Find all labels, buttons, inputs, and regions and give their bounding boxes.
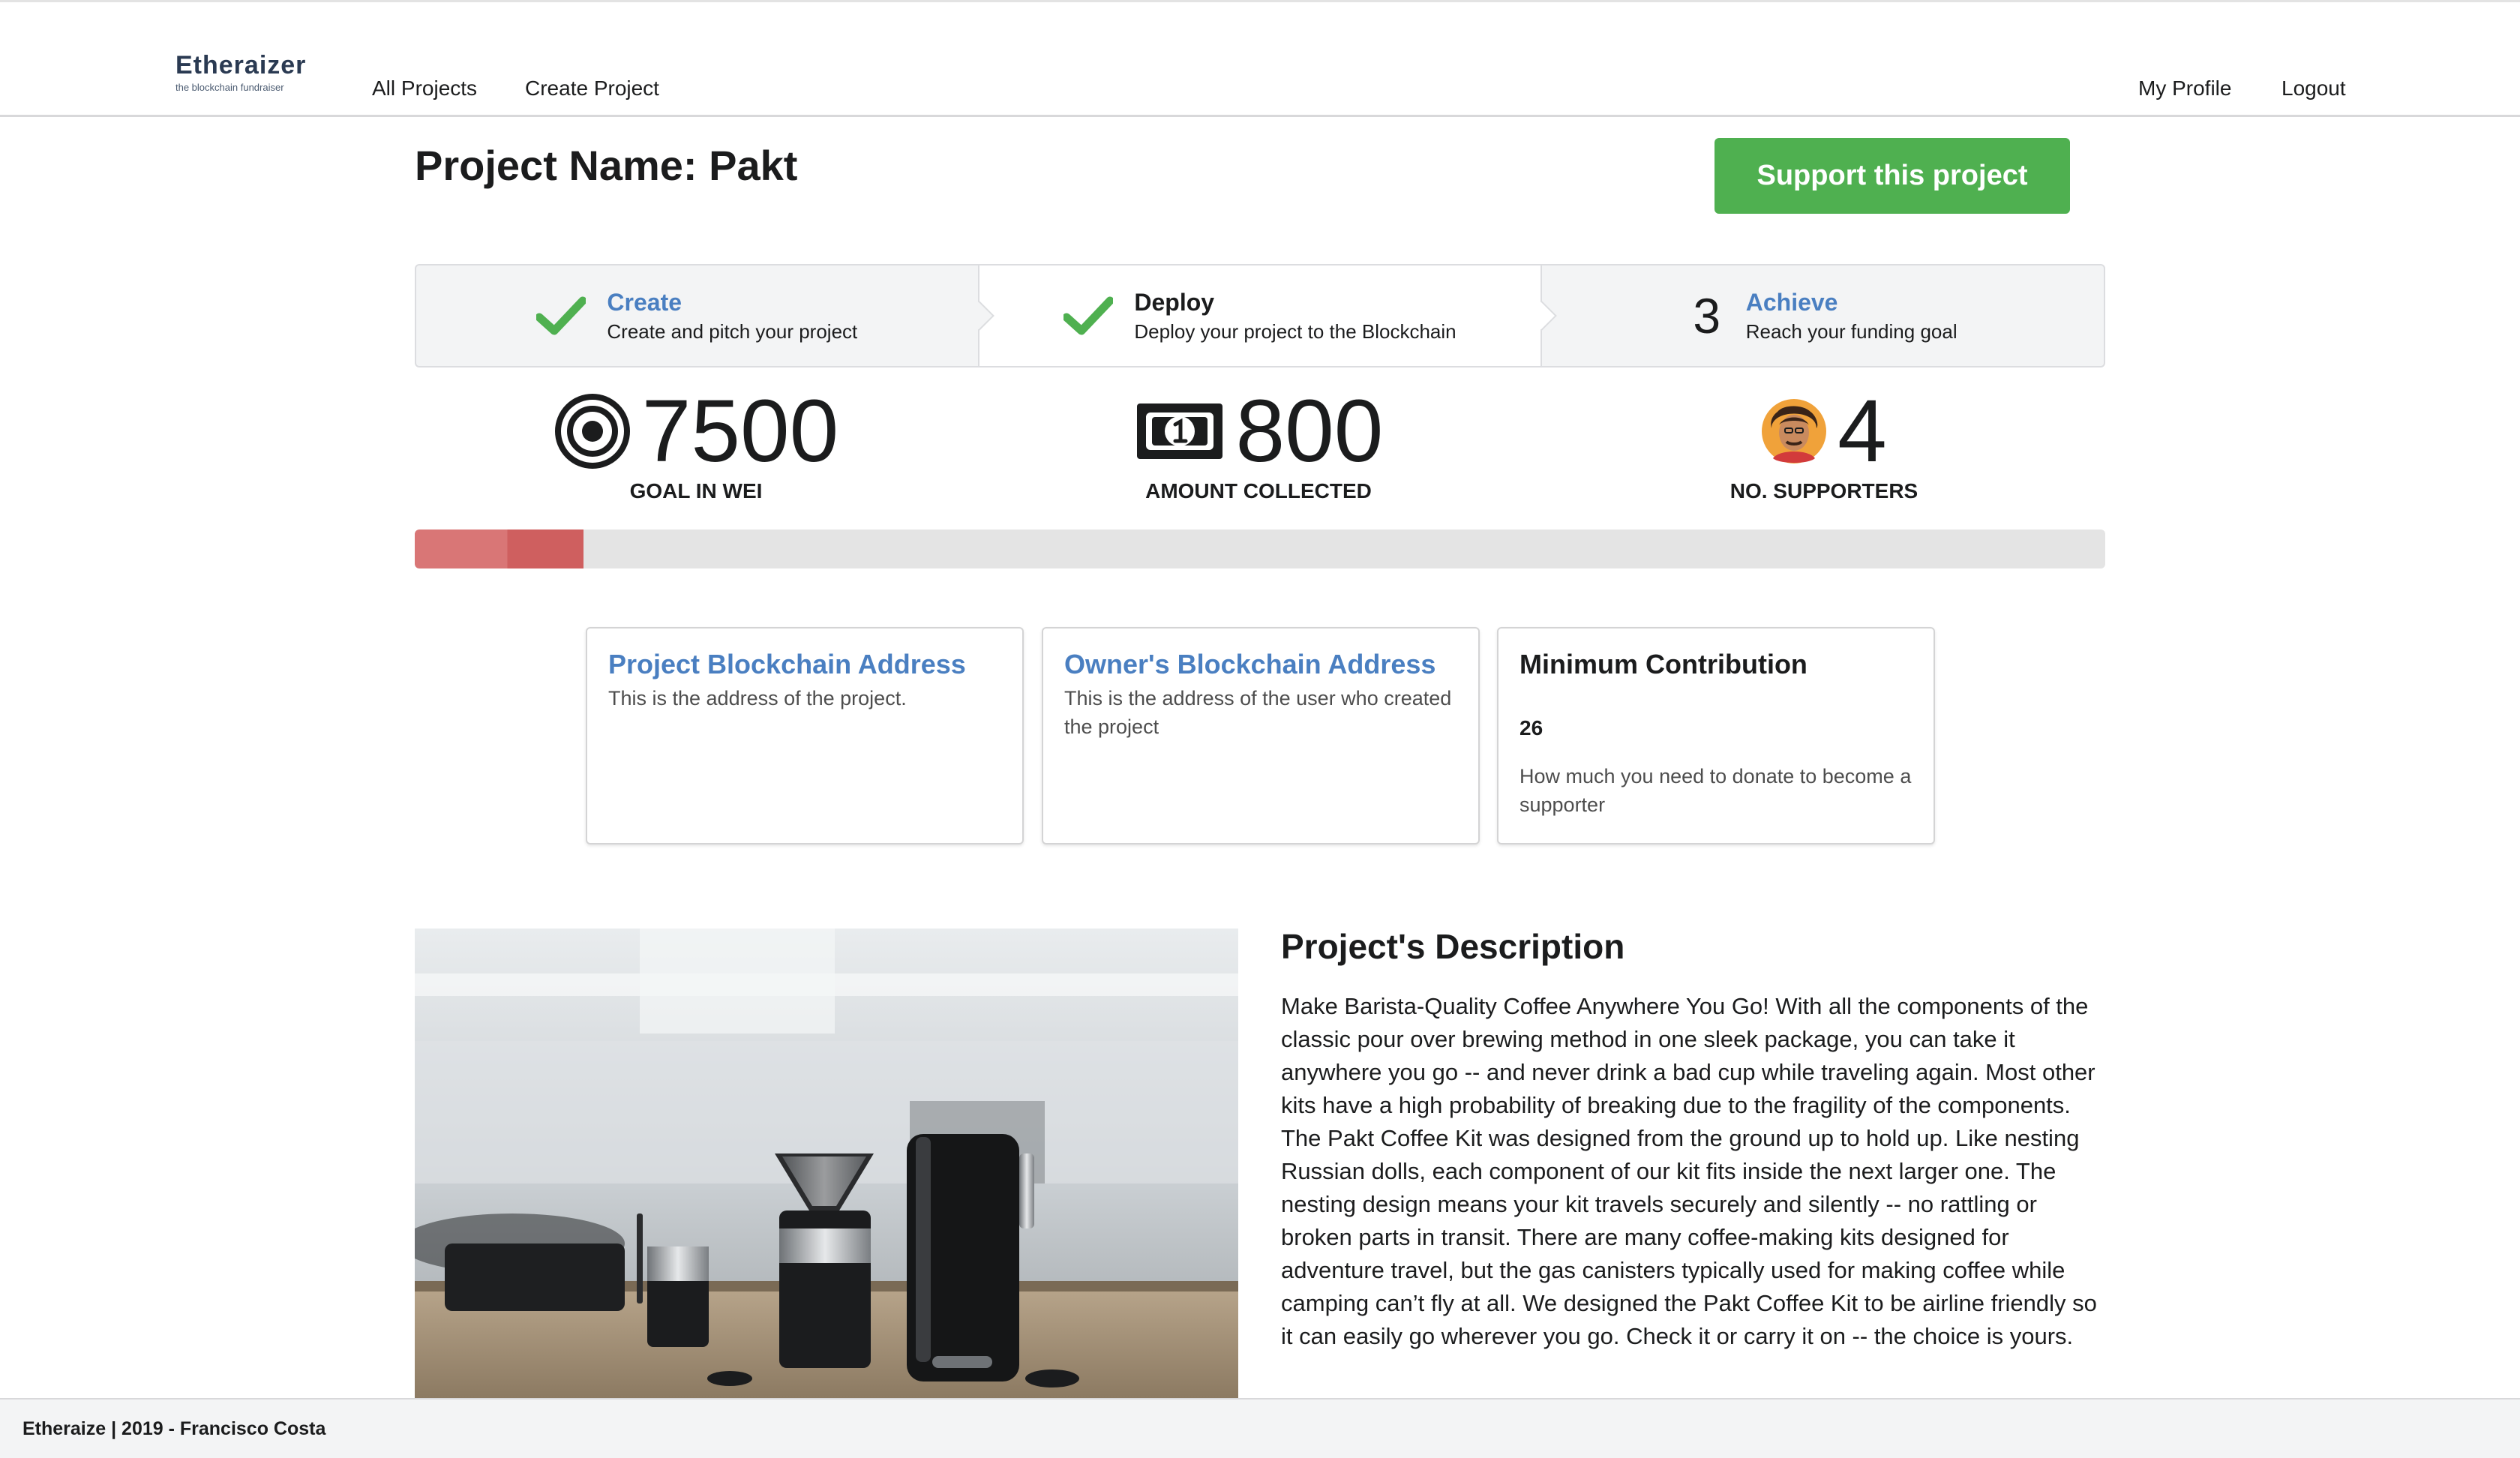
card-value: 26 xyxy=(1520,716,1544,740)
card-project-address: Project Blockchain Address This is the a… xyxy=(586,627,1024,844)
step-create[interactable]: Create Create and pitch your project xyxy=(416,266,994,366)
target-icon xyxy=(554,394,630,469)
funding-progress-bar xyxy=(415,530,2105,568)
card-note: How much you need to donate to become a … xyxy=(1520,765,1912,816)
nav-logout[interactable]: Logout xyxy=(2282,76,2346,101)
checkmark-icon xyxy=(536,296,586,335)
card-description: This is the address of the project. xyxy=(608,687,907,710)
footer-text: Etheraize | 2019 - Francisco Costa xyxy=(22,1418,326,1439)
logo-subtitle: the blockchain fundraiser xyxy=(176,82,284,93)
card-description: This is the address of the user who crea… xyxy=(1064,687,1452,738)
stat-value: 800 xyxy=(1235,382,1384,481)
support-project-button[interactable]: Support this project xyxy=(1714,138,2070,214)
step-deploy[interactable]: Deploy Deploy your project to the Blockc… xyxy=(977,266,1558,366)
logo-title: Etheraizer xyxy=(176,51,307,80)
logo[interactable]: Etheraizer the blockchain fundraiser xyxy=(176,52,306,94)
description-heading: Project's Description xyxy=(1281,927,1625,966)
stat-goal: 7500 GOAL IN WEI xyxy=(538,382,854,504)
step-number: 3 xyxy=(1693,288,1721,344)
step-achieve[interactable]: 3 Achieve Reach your funding goal xyxy=(1540,266,2104,366)
stat-value: 7500 xyxy=(641,382,839,481)
description-body: Make Barista-Quality Coffee Anywhere You… xyxy=(1281,993,2097,1349)
nav-all-projects[interactable]: All Projects xyxy=(372,76,477,101)
checkmark-icon xyxy=(1064,296,1114,335)
stat-label: AMOUNT COLLECTED xyxy=(1145,479,1372,502)
progress-fill xyxy=(415,530,584,568)
card-title[interactable]: Project Blockchain Address xyxy=(608,648,1001,681)
stat-collected: 800 AMOUNT COLLECTED xyxy=(1108,382,1408,504)
card-minimum-contribution: Minimum Contribution 26 How much you nee… xyxy=(1497,627,1935,844)
coffee-kit-photo xyxy=(415,928,1238,1398)
stat-label: GOAL IN WEI xyxy=(629,479,763,502)
step-title: Create xyxy=(607,289,682,316)
step-description: Reach your funding goal xyxy=(1745,320,1958,343)
project-image xyxy=(415,928,1238,1398)
step-description: Create and pitch your project xyxy=(607,320,858,343)
progress-steps: Create Create and pitch your project Dep… xyxy=(415,264,2105,368)
nav-create-project[interactable]: Create Project xyxy=(525,76,659,101)
step-title: Deploy xyxy=(1134,289,1215,316)
card-owner-address: Owner's Blockchain Address This is the a… xyxy=(1042,627,1480,844)
step-title: Achieve xyxy=(1745,289,1838,316)
step-description: Deploy your project to the Blockchain xyxy=(1134,320,1456,343)
money-bill-icon xyxy=(1136,404,1222,459)
stat-value: 4 xyxy=(1838,382,1887,481)
page-title: Project Name: Pakt xyxy=(415,142,798,189)
card-title: Minimum Contribution xyxy=(1520,649,1808,680)
card-title[interactable]: Owner's Blockchain Address xyxy=(1064,648,1457,681)
stat-label: NO. SUPPORTERS xyxy=(1730,479,1918,502)
footer: Etheraize | 2019 - Francisco Costa xyxy=(0,1398,2520,1458)
nav-my-profile[interactable]: My Profile xyxy=(2138,76,2231,101)
top-menu: Etheraizer the blockchain fundraiser All… xyxy=(0,0,2520,117)
stat-supporters: 4 NO. SUPPORTERS xyxy=(1674,382,1974,504)
avatar xyxy=(1762,399,1827,464)
